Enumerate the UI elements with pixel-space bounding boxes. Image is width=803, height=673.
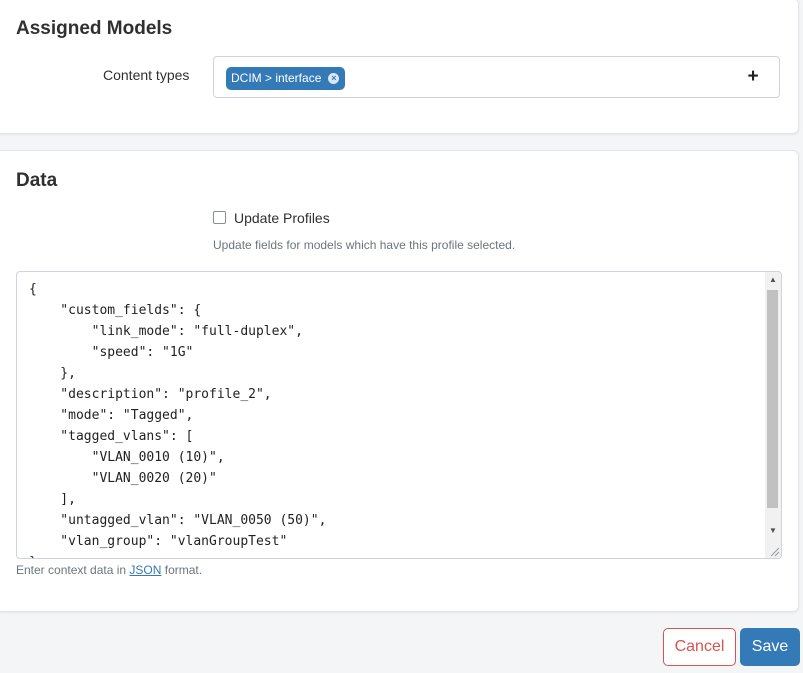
code-line: "VLAN_0010 (10)", [29,450,225,465]
code-line: "untagged_vlan": "VLAN_0050 (50)", [29,513,327,528]
content-types-label: Content types [103,67,190,83]
assigned-models-panel: Assigned Models Content types DCIM > int… [0,0,799,134]
scroll-thumb[interactable] [767,290,778,508]
json-help-text: Enter context data in JSON format. [16,563,202,577]
resize-grip-icon[interactable] [765,542,781,558]
code-line: "tagged_vlans": [ [29,429,194,444]
code-line: { [29,282,37,297]
json-code-lines: { "custom_fields": { "link_mode": "full-… [29,279,327,558]
data-title: Data [16,170,58,191]
code-line: } [29,552,326,558]
code-line: "mode": "Tagged", [29,408,194,423]
code-line: "vlan_group": "vlanGroupTest" [29,534,288,549]
scroll-down-arrow-icon[interactable]: ▼ [765,523,781,539]
content-type-chip-label: DCIM > interface [231,71,322,85]
code-line: "custom_fields": { [29,303,202,318]
assigned-models-title: Assigned Models [16,18,173,39]
code-line: "speed": "1G" [29,345,194,360]
update-profiles-help: Update fields for models which have this… [213,238,516,252]
json-help-prefix: Enter context data in [16,563,130,577]
textarea-scrollbar[interactable]: ▲ ▼ [765,272,781,558]
code-line: "description": "profile_2", [29,387,272,402]
update-profiles-checkbox[interactable] [213,211,226,224]
json-help-suffix: format. [161,563,203,577]
cancel-button[interactable]: Cancel [663,628,736,666]
content-type-chip: DCIM > interface × [226,67,346,90]
update-profiles-label[interactable]: Update Profiles [234,210,330,226]
scroll-up-arrow-icon[interactable]: ▲ [765,272,781,288]
code-line: "VLAN_0020 (20)" [29,471,217,486]
content-types-select[interactable]: DCIM > interface × + [213,56,780,98]
chip-remove-icon[interactable]: × [328,73,340,84]
save-button[interactable]: Save [740,628,800,666]
data-panel: Data Update Profiles Update fields for m… [0,150,799,612]
code-line: }, [29,366,76,381]
code-line: "link_mode": "full-duplex", [29,324,303,339]
add-content-type-button[interactable]: + [743,65,763,89]
json-data-textarea[interactable]: { "custom_fields": { "link_mode": "full-… [16,271,782,559]
json-help-link[interactable]: JSON [129,563,161,577]
code-line: ], [29,492,76,507]
